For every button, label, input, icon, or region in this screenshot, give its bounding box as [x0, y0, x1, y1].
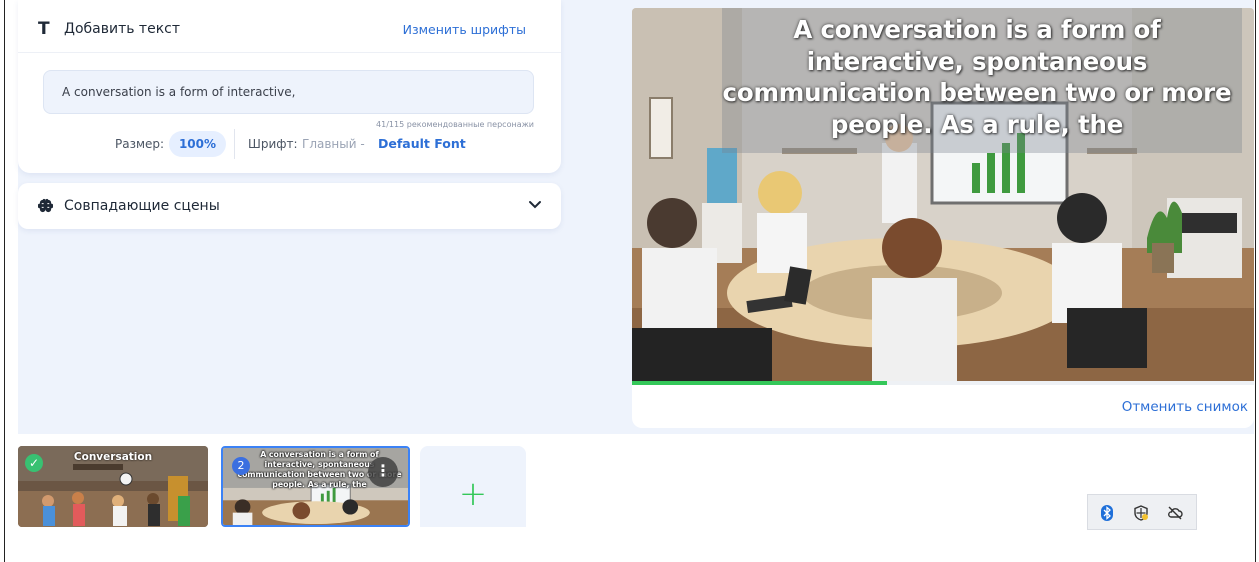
- scene-caption: A conversation is a form of interactive,…: [722, 15, 1232, 139]
- window-border-right: [1255, 0, 1256, 562]
- more-vertical-icon[interactable]: ⋮: [368, 457, 398, 487]
- add-text-header: T Добавить текст Изменить шрифты: [18, 0, 561, 53]
- change-fonts-link[interactable]: Изменить шрифты: [403, 22, 526, 37]
- text-type-icon: T: [38, 19, 50, 39]
- font-category: Главный -: [302, 137, 365, 151]
- cancel-snapshot-button[interactable]: Отменить снимок: [1122, 399, 1248, 415]
- add-scene-button[interactable]: +: [420, 446, 526, 527]
- font-selector[interactable]: Default Font: [378, 136, 466, 151]
- size-label: Размер:: [115, 137, 165, 151]
- plus-icon: +: [458, 474, 488, 514]
- playback-progress: [632, 381, 1254, 385]
- scene-thumbnail-title: Conversation: [73, 451, 153, 463]
- scene-text-input[interactable]: [43, 70, 534, 114]
- size-selector[interactable]: 100%: [169, 131, 226, 157]
- scene-thumbnail-1[interactable]: Conversation ✓: [18, 446, 208, 527]
- brain-icon: [37, 198, 54, 217]
- scene-thumbnail-2[interactable]: A conversation is a form of interactive,…: [221, 446, 410, 527]
- add-text-panel: T Добавить текст Изменить шрифты 41/115 …: [18, 0, 561, 173]
- system-tray: [1087, 494, 1197, 530]
- add-text-title: Добавить текст: [64, 21, 180, 37]
- scene-preview: A conversation is a form of interactive,…: [632, 8, 1254, 428]
- matching-scenes-title: Совпадающие сцены: [64, 198, 220, 214]
- check-icon: ✓: [25, 454, 43, 472]
- divider: [234, 129, 235, 159]
- window-border-left: [4, 0, 5, 562]
- character-counter: 41/115 рекомендованные персонажи: [376, 120, 534, 129]
- chevron-down-icon[interactable]: [527, 196, 543, 212]
- app-window: T Добавить текст Изменить шрифты 41/115 …: [0, 0, 1259, 562]
- matching-scenes-accordion[interactable]: Совпадающие сцены: [18, 183, 561, 229]
- bluetooth-icon[interactable]: [1098, 504, 1116, 522]
- scene-number-badge: 2: [232, 457, 250, 475]
- security-shield-icon[interactable]: [1132, 504, 1150, 522]
- font-label: Шрифт:: [248, 137, 298, 151]
- playback-progress-fill: [632, 381, 888, 385]
- cloud-off-icon[interactable]: [1166, 504, 1184, 522]
